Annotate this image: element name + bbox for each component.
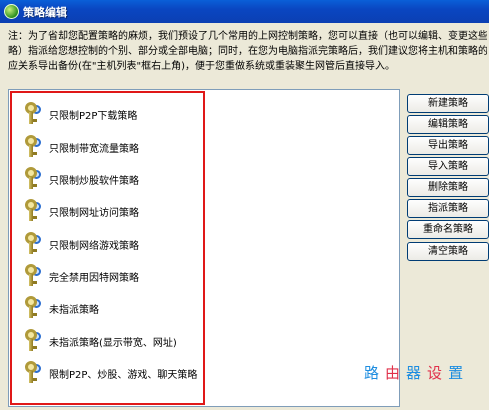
policy-item-unassigned-show[interactable]: 未指派策略(显示带宽、网址) — [23, 329, 177, 353]
policy-item-game[interactable]: 只限制网络游戏策略 — [23, 232, 139, 256]
policy-item-url[interactable]: 只限制网址访问策略 — [23, 199, 139, 223]
note-line-2: 略）指派给您想控制的个别、部分或全部电脑；同时，在您为电脑指派完策略后，我们建议… — [8, 46, 487, 57]
app-icon — [4, 4, 19, 19]
assign-policy-button[interactable]: 指派策略 — [407, 199, 489, 218]
watermark-char: 由 — [385, 364, 407, 382]
policy-item-p2p[interactable]: 只限制P2P下载策略 — [23, 102, 137, 126]
keys-icon — [23, 329, 43, 353]
keys-icon — [23, 135, 43, 159]
dialog-body: 注：为了省却您配置策略的麻烦，我们预设了几个常用的上网控制策略，您可以直接（也可… — [0, 23, 489, 410]
watermark-char: 路 — [364, 364, 386, 382]
keys-icon — [23, 296, 43, 320]
policy-item-label: 只限制P2P下载策略 — [49, 110, 138, 122]
policy-item-label: 只限制网址访问策略 — [49, 207, 139, 219]
delete-policy-button[interactable]: 删除策略 — [407, 178, 489, 197]
policy-item-label: 完全禁用因特网策略 — [49, 272, 139, 284]
policy-item-block-internet[interactable]: 完全禁用因特网策略 — [23, 264, 139, 288]
watermark-char: 器 — [406, 364, 428, 382]
policy-item-label: 未指派策略 — [49, 304, 99, 316]
policy-item-bandwidth[interactable]: 只限制带宽流量策略 — [23, 135, 139, 159]
new-policy-button[interactable]: 新建策略 — [407, 94, 489, 113]
keys-icon — [23, 232, 43, 256]
policy-item-stock[interactable]: 只限制炒股软件策略 — [23, 167, 139, 191]
title-bar: 策略编辑 — [0, 0, 489, 23]
rename-policy-button[interactable]: 重命名策略 — [407, 220, 489, 239]
window-title: 策略编辑 — [23, 5, 67, 19]
keys-icon — [23, 102, 43, 126]
keys-icon — [23, 361, 43, 385]
keys-icon — [23, 167, 43, 191]
policy-item-label: 只限制带宽流量策略 — [49, 143, 139, 155]
note-line-1: 注：为了省却您配置策略的麻烦，我们预设了几个常用的上网控制策略，您可以直接（也可… — [8, 31, 487, 42]
note-line-3: 应关系导出备份(在"主机列表"框右上角)，便于您重做系统或重装聚生网管后直接导入… — [8, 61, 396, 72]
import-policy-button[interactable]: 导入策略 — [407, 157, 489, 176]
policy-item-label: 只限制网络游戏策略 — [49, 240, 139, 252]
policy-item-label: 限制P2P、炒股、游戏、聊天策略 — [49, 369, 198, 381]
clear-policy-button[interactable]: 清空策略 — [407, 242, 489, 261]
policy-list[interactable]: 只限制P2P下载策略 只限制带宽流量策略 只限制炒股软件策略 只限制网址访问策略… — [8, 89, 400, 407]
policy-item-label: 未指派策略(显示带宽、网址) — [49, 337, 177, 349]
edit-policy-button[interactable]: 编辑策略 — [407, 115, 489, 134]
policy-item-combined[interactable]: 限制P2P、炒股、游戏、聊天策略 — [23, 361, 197, 385]
export-policy-button[interactable]: 导出策略 — [407, 136, 489, 155]
watermark: 路由器设置 — [364, 362, 469, 383]
keys-icon — [23, 199, 43, 223]
instruction-note: 注：为了省却您配置策略的麻烦，我们预设了几个常用的上网控制策略，您可以直接（也可… — [8, 29, 487, 74]
policy-item-label: 只限制炒股软件策略 — [49, 175, 139, 187]
keys-icon — [23, 264, 43, 288]
watermark-char: 置 — [448, 364, 470, 382]
policy-item-unassigned[interactable]: 未指派策略 — [23, 296, 99, 320]
watermark-char: 设 — [427, 364, 449, 382]
